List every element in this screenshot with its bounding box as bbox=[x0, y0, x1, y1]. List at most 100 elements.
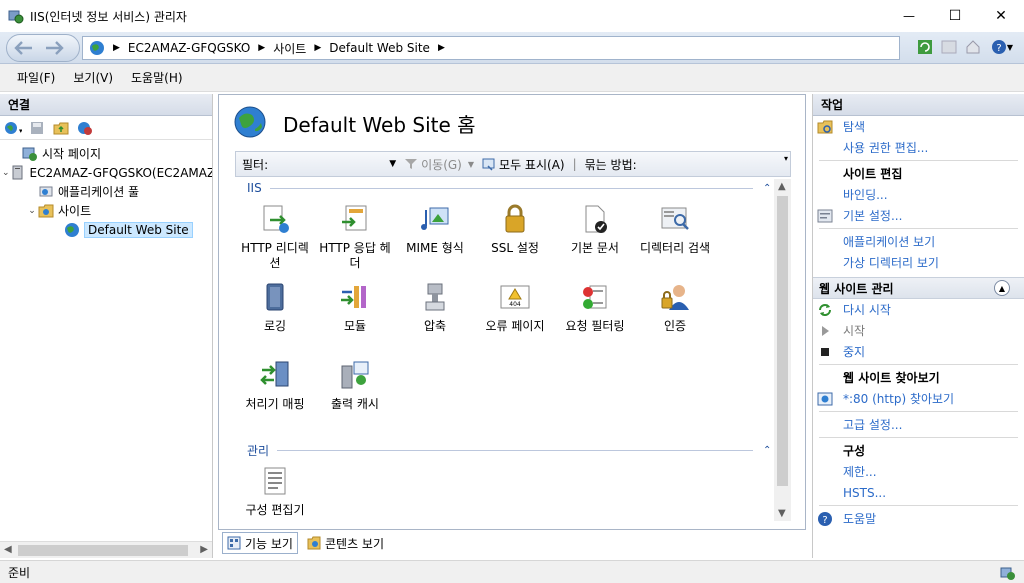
scroll-down-arrow-icon[interactable]: ▼ bbox=[778, 508, 786, 519]
address-box[interactable]: ▶ EC2AMAZ-GFQGSKO ▶ 사이트 ▶ Default Web Site… bbox=[82, 36, 900, 60]
server-icon bbox=[10, 165, 26, 181]
management-features-grid: 구성 편집기 bbox=[235, 459, 791, 521]
connect-icon[interactable]: ▾ bbox=[4, 119, 22, 137]
modules-icon bbox=[337, 279, 373, 315]
collapse-manage-icon[interactable]: ▲ bbox=[994, 280, 1010, 296]
feature-request-filtering[interactable]: 요청 필터링 bbox=[555, 275, 635, 353]
breadcrumb-sites[interactable]: 사이트 ▶ bbox=[273, 40, 321, 57]
feature-default-document[interactable]: 기본 문서 bbox=[555, 197, 635, 275]
group-by-dropdown[interactable]: 묶는 방법: bbox=[585, 156, 637, 173]
action-start[interactable]: 시작 bbox=[817, 320, 1024, 341]
close-button[interactable]: ✕ bbox=[978, 0, 1024, 32]
address-root-arrow[interactable]: ▶ bbox=[113, 43, 120, 53]
refresh-icon[interactable] bbox=[916, 38, 934, 56]
filter-input[interactable]: ▼ bbox=[270, 155, 396, 173]
compression-icon bbox=[417, 279, 453, 315]
feature-configuration-editor[interactable]: 구성 편집기 bbox=[235, 459, 315, 521]
feature-http-redirect[interactable]: HTTP 리디렉션 bbox=[235, 197, 315, 275]
section-edit-site: 사이트 편집 bbox=[843, 167, 903, 181]
feature-authentication[interactable]: 인증 bbox=[635, 275, 715, 353]
menu-help[interactable]: 도움말(H) bbox=[122, 69, 192, 86]
iis-features-grid: HTTP 리디렉션 HTTP 응답 헤더 MIME 형식 SSL 설정 기본 문… bbox=[235, 197, 791, 431]
status-text: 준비 bbox=[8, 565, 31, 580]
connections-hscroll[interactable]: ◀ ▶ bbox=[0, 541, 212, 558]
section-configure: 구성 bbox=[843, 444, 866, 458]
stop-loading-icon[interactable] bbox=[940, 38, 958, 56]
action-hsts[interactable]: HSTS... bbox=[817, 482, 1024, 503]
scroll-up-arrow-icon[interactable]: ▲ bbox=[778, 181, 786, 192]
feature-modules[interactable]: 모듈 bbox=[315, 275, 395, 353]
forward-button[interactable] bbox=[41, 35, 67, 61]
disconnect-icon[interactable] bbox=[76, 119, 94, 137]
connections-toolbar: ▾ bbox=[0, 116, 212, 140]
tree-item-server[interactable]: ⌄ EC2AMAZ-GFQGSKO(EC2AMAZ-GFQGSKO\Admini… bbox=[0, 163, 212, 182]
filter-dropdown-icon[interactable]: ▼ bbox=[389, 159, 396, 169]
breadcrumb-server[interactable]: EC2AMAZ-GFQGSKO ▶ bbox=[128, 41, 265, 55]
features-vscroll[interactable]: ▲ ▼ bbox=[774, 179, 791, 521]
save-icon[interactable] bbox=[28, 119, 46, 137]
actions-title: 작업 bbox=[813, 94, 1024, 116]
action-edit-permissions[interactable]: 사용 권한 편집... bbox=[817, 137, 1024, 158]
action-bindings[interactable]: 바인딩... bbox=[817, 184, 1024, 205]
actions-panel: 작업 탐색 사용 권한 편집... 사이트 편집 바인딩... 기본 설정...… bbox=[812, 94, 1024, 558]
logging-icon bbox=[257, 279, 293, 315]
connections-hscroll-thumb[interactable] bbox=[18, 545, 188, 556]
error-pages-icon: 404 bbox=[497, 279, 533, 315]
action-stop[interactable]: 중지 bbox=[817, 341, 1024, 362]
maximize-button[interactable]: ☐ bbox=[932, 0, 978, 32]
svg-text:?: ? bbox=[996, 43, 1001, 54]
help-menu-icon[interactable]: ? ▼ bbox=[988, 38, 1016, 56]
breadcrumb-site[interactable]: Default Web Site ▶ bbox=[329, 41, 445, 55]
action-view-applications[interactable]: 애플리케이션 보기 bbox=[817, 231, 1024, 252]
feature-output-caching[interactable]: 출력 캐시 bbox=[315, 353, 395, 431]
connections-tree: 시작 페이지 ⌄ EC2AMAZ-GFQGSKO(EC2AMAZ-GFQGSKO… bbox=[0, 140, 212, 239]
features-vscroll-thumb[interactable] bbox=[777, 196, 788, 486]
feature-error-pages[interactable]: 404 오류 페이지 bbox=[475, 275, 555, 353]
restart-icon bbox=[817, 302, 833, 318]
tab-features-view[interactable]: 기능 보기 bbox=[222, 532, 298, 554]
feature-mime-types[interactable]: MIME 형식 bbox=[395, 197, 475, 275]
authentication-icon bbox=[657, 279, 693, 315]
feature-http-response-headers[interactable]: HTTP 응답 헤더 bbox=[315, 197, 395, 275]
action-view-virtual-directories[interactable]: 가상 디렉터리 보기 bbox=[817, 252, 1024, 273]
action-basic-settings[interactable]: 기본 설정... bbox=[817, 205, 1024, 226]
action-advanced-settings[interactable]: 고급 설정... bbox=[817, 414, 1024, 435]
content-view-icon bbox=[307, 536, 321, 550]
action-browse-http[interactable]: *:80 (http) 찾아보기 bbox=[817, 388, 1024, 409]
feature-logging[interactable]: 로깅 bbox=[235, 275, 315, 353]
nav-buttons bbox=[6, 33, 80, 62]
up-folder-icon[interactable] bbox=[52, 119, 70, 137]
feature-list: IIS ⌃ HTTP 리디렉션 HTTP 응답 헤더 MIME 형식 SSL 설… bbox=[235, 179, 791, 521]
feature-directory-browsing[interactable]: 디렉터리 검색 bbox=[635, 197, 715, 275]
action-explore[interactable]: 탐색 bbox=[817, 116, 1024, 137]
tree-expand-sites[interactable]: ⌄ bbox=[26, 206, 38, 216]
scroll-left-arrow-icon[interactable]: ◀ bbox=[4, 544, 12, 555]
tree-item-sites[interactable]: ⌄ 사이트 bbox=[0, 201, 212, 220]
action-limits[interactable]: 제한... bbox=[817, 461, 1024, 482]
action-help[interactable]: ? 도움말 bbox=[817, 508, 1024, 529]
filterbar-scroll-icon[interactable]: ▾ bbox=[784, 154, 788, 163]
feature-handler-mappings[interactable]: 처리기 매핑 bbox=[235, 353, 315, 431]
tree-item-start-page[interactable]: 시작 페이지 bbox=[0, 144, 212, 163]
default-document-icon bbox=[577, 201, 613, 237]
tree-item-default-web-site[interactable]: Default Web Site bbox=[0, 220, 212, 239]
basic-settings-icon bbox=[817, 208, 833, 224]
actions-list: 탐색 사용 권한 편집... 사이트 편집 바인딩... 기본 설정... 애플… bbox=[813, 116, 1024, 529]
tab-content-view[interactable]: 콘텐츠 보기 bbox=[302, 532, 389, 554]
tree-expand-server[interactable]: ⌄ bbox=[2, 168, 10, 178]
action-restart[interactable]: 다시 시작 bbox=[817, 299, 1024, 320]
show-all-button[interactable]: 모두 표시(A) bbox=[482, 156, 565, 173]
go-button[interactable]: 이동(G) bbox=[404, 156, 462, 173]
scroll-right-arrow-icon[interactable]: ▶ bbox=[200, 544, 208, 555]
request-filtering-icon bbox=[577, 279, 613, 315]
menu-file[interactable]: 파일(F) bbox=[8, 69, 64, 86]
go-dropdown-icon[interactable]: ▼ bbox=[468, 160, 474, 169]
back-button[interactable] bbox=[11, 35, 37, 61]
home-icon[interactable] bbox=[964, 38, 982, 56]
feature-compression[interactable]: 압축 bbox=[395, 275, 475, 353]
feature-ssl-settings[interactable]: SSL 설정 bbox=[475, 197, 555, 275]
back-arrow-icon bbox=[14, 40, 32, 55]
minimize-button[interactable]: — bbox=[886, 0, 932, 32]
tree-item-app-pools[interactable]: 애플리케이션 풀 bbox=[0, 182, 212, 201]
menu-view[interactable]: 보기(V) bbox=[64, 69, 122, 86]
